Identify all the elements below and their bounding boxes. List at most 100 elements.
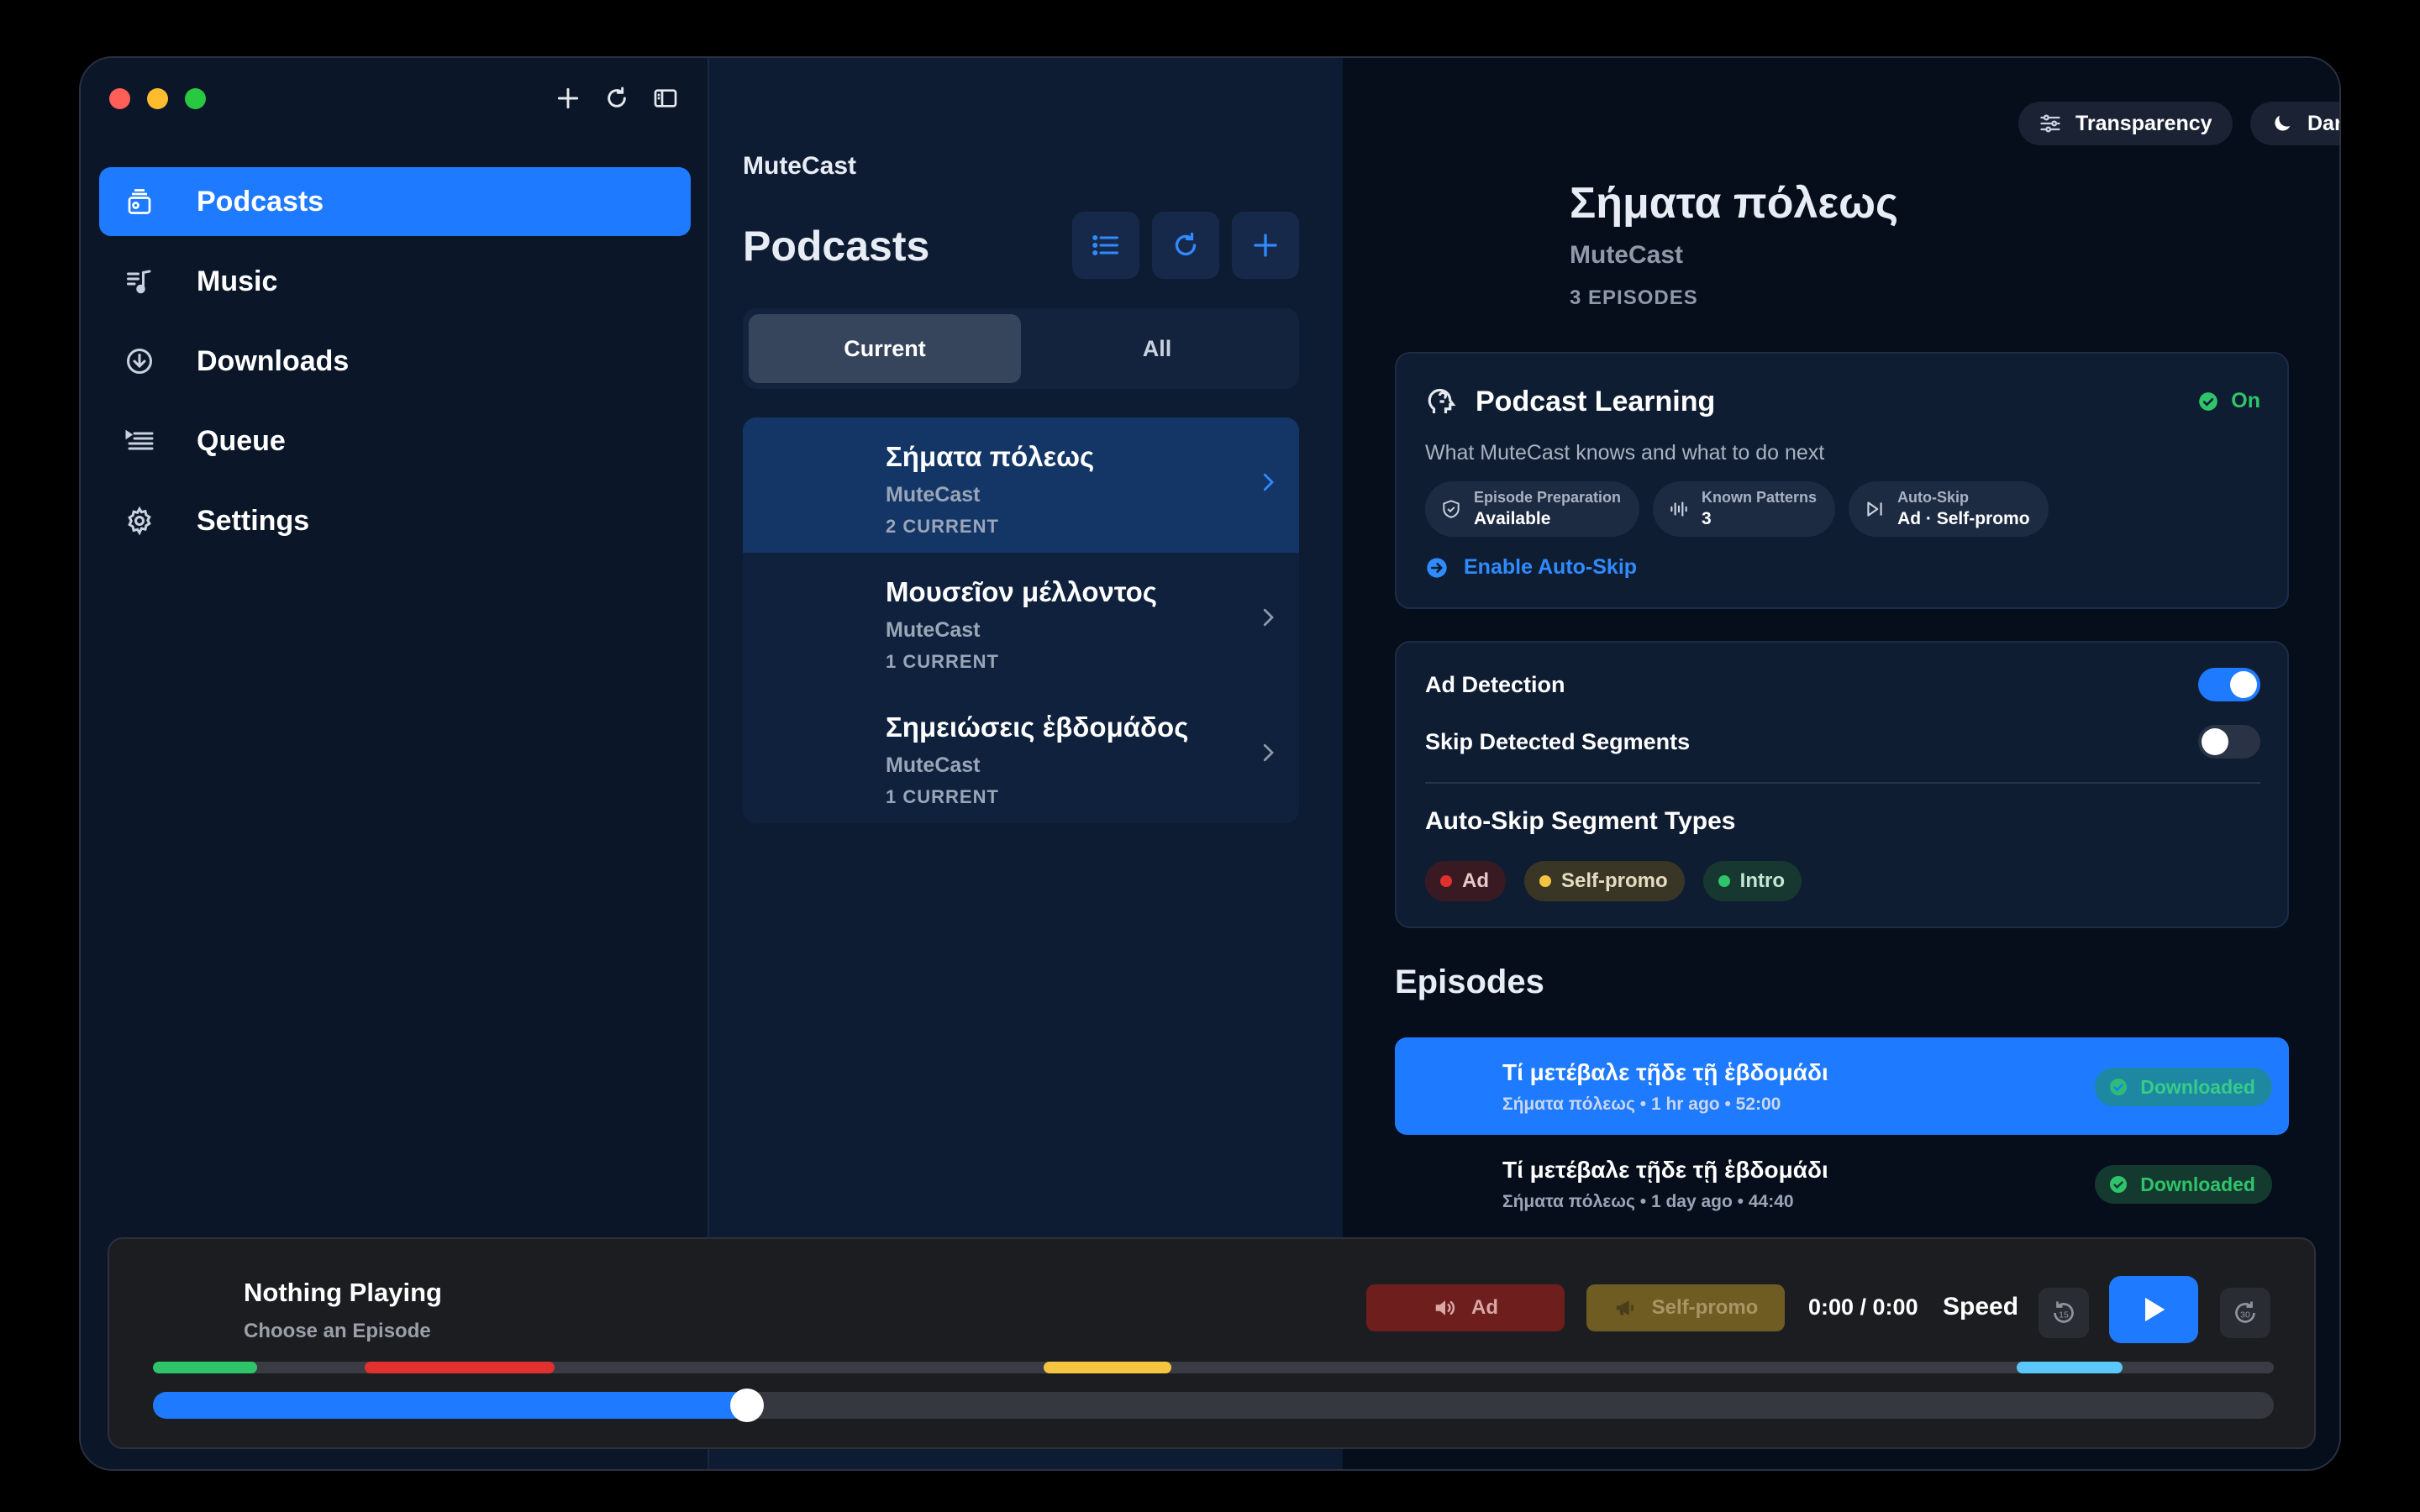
chip-value: 3 — [1702, 509, 1712, 528]
enable-auto-skip-link[interactable]: Enable Auto-Skip — [1425, 555, 1637, 580]
episode-title: Τί μετέβαλε τῇδε τῇ ἑβδομάδι — [1502, 1059, 1828, 1085]
skip-segments-label: Skip Detected Segments — [1425, 728, 1691, 754]
refresh-podcasts-button[interactable] — [1152, 212, 1219, 279]
filter-segmented-control: Current All — [743, 308, 1299, 389]
sidebar-item-music[interactable]: Music — [99, 247, 691, 316]
chip-label: Episode Preparation — [1474, 489, 1622, 506]
segment-marker-self-promo — [1044, 1362, 1171, 1373]
now-playing-subtitle: Choose an Episode — [244, 1320, 431, 1342]
downloaded-badge: Downloaded — [2095, 1165, 2272, 1204]
sidebar-toolbar — [551, 81, 682, 115]
sidebar-item-label: Music — [197, 265, 278, 297]
minimize-window-button[interactable] — [147, 88, 168, 109]
theme-button[interactable]: Dark — [2250, 102, 2339, 145]
plus-icon — [557, 87, 579, 109]
tab-current[interactable]: Current — [749, 314, 1021, 383]
tab-all[interactable]: All — [1021, 314, 1293, 383]
skip-self-promo-button[interactable]: Self-promo — [1586, 1284, 1785, 1331]
ad-settings-card: Ad Detection Skip Detected Segments Auto… — [1395, 641, 2289, 928]
podcast-count: 1 CURRENT — [886, 651, 999, 672]
sidebar-nav: Podcasts Music Downloads Queue Settings — [99, 167, 691, 566]
list-item[interactable]: Μουσεῖον μέλλοντος MuteCast 1 CURRENT — [743, 553, 1299, 688]
time-readout: 0:00 / 0:00 — [1808, 1294, 1918, 1320]
transparency-button[interactable]: Transparency — [2018, 102, 2233, 145]
rewind-15-icon: 15 — [2054, 1301, 2074, 1323]
add-button[interactable] — [551, 81, 585, 115]
add-podcast-button[interactable] — [1232, 212, 1299, 279]
close-window-button[interactable] — [109, 88, 130, 109]
chip-known-patterns: Known Patterns 3 — [1653, 481, 1836, 537]
episode-meta: Σήματα πόλεως • 1 day ago • 44:40 — [1502, 1192, 1794, 1211]
list-item[interactable]: Σημειώσεις ἑβδομάδος MuteCast 1 CURRENT — [743, 688, 1299, 823]
sidebar-item-label: Downloads — [197, 344, 350, 377]
music-note-icon — [123, 265, 156, 298]
episode-title: Τί μετέβαλε τῇδε τῇ ἑβδομάδι — [1502, 1157, 1828, 1183]
progress-slider[interactable] — [153, 1389, 2274, 1422]
skip-segments-toggle[interactable] — [2198, 725, 2260, 759]
skip-forward-30-button[interactable]: 30 — [2220, 1288, 2270, 1338]
list-actions — [1072, 212, 1299, 279]
podcasts-icon — [123, 185, 156, 218]
skip-ad-button[interactable]: Ad — [1366, 1284, 1565, 1331]
podcast-title: Σήματα πόλεως — [1570, 179, 1899, 228]
speed-button[interactable]: Speed — [1943, 1293, 2018, 1321]
plus-icon — [1254, 234, 1277, 257]
app-window: Podcasts Music Downloads Queue Settings … — [79, 56, 2341, 1471]
speaker-icon — [1435, 1300, 1455, 1315]
list-view-button[interactable] — [1072, 212, 1139, 279]
toggle-knob — [2202, 728, 2228, 755]
chip-value: Available — [1474, 509, 1551, 528]
segment-tag-ad[interactable]: Ad — [1425, 861, 1506, 901]
list-item[interactable]: Σήματα πόλεως MuteCast 2 CURRENT — [743, 417, 1299, 553]
learning-status: On — [2197, 389, 2260, 413]
refresh-icon — [608, 87, 626, 108]
checkmark-circle-icon — [2110, 1176, 2128, 1193]
episodes-heading: Episodes — [1395, 963, 1544, 1000]
ad-detection-label: Ad Detection — [1425, 671, 1565, 697]
sidebar-item-label: Podcasts — [197, 185, 324, 218]
sidebar-item-downloads[interactable]: Downloads — [99, 327, 691, 396]
play-button[interactable] — [2109, 1276, 2198, 1343]
segment-tag-label: Ad — [1462, 869, 1489, 892]
segment-tag-self-promo[interactable]: Self-promo — [1524, 861, 1685, 901]
sidebar-item-settings[interactable]: Settings — [99, 486, 691, 555]
learning-status-label: On — [2231, 389, 2260, 412]
skip-back-15-button[interactable]: 15 — [2039, 1288, 2089, 1338]
podcast-name: Σήματα πόλεως — [886, 441, 1095, 472]
page-title: Podcasts — [743, 223, 930, 270]
intro-color-dot — [1718, 875, 1730, 887]
refresh-button[interactable] — [600, 81, 634, 115]
gear-icon — [123, 504, 156, 538]
podcast-count: 1 CURRENT — [886, 786, 999, 807]
divider — [1425, 782, 2260, 784]
segment-timeline — [153, 1362, 2274, 1373]
sidebar-item-podcasts[interactable]: Podcasts — [99, 167, 691, 236]
skip-ad-label: Ad — [1471, 1296, 1498, 1319]
sidebar-item-queue[interactable]: Queue — [99, 407, 691, 475]
segment-tag-intro[interactable]: Intro — [1702, 861, 1802, 901]
ad-detection-toggle[interactable] — [2198, 668, 2260, 701]
episode-meta: Σήματα πόλεως • 1 hr ago • 52:00 — [1502, 1095, 1781, 1114]
enable-auto-skip-label: Enable Auto-Skip — [1464, 555, 1638, 579]
segment-tag-label: Intro — [1739, 869, 1785, 892]
toggle-sidebar-button[interactable] — [649, 81, 682, 115]
chip-value: Ad · Self-promo — [1897, 509, 2030, 528]
shield-check-icon — [1443, 500, 1460, 518]
podcast-count: 2 CURRENT — [886, 516, 999, 537]
zoom-window-button[interactable] — [185, 88, 206, 109]
progress-fill — [153, 1392, 747, 1419]
window-controls — [109, 88, 206, 109]
chip-label: Auto-Skip — [1897, 489, 1970, 506]
forward-30-icon: 30 — [2235, 1301, 2255, 1323]
now-playing-title: Nothing Playing — [244, 1278, 442, 1307]
episode-row[interactable]: Τί μετέβαλε τῇδε τῇ ἑβδομάδι Σήματα πόλε… — [1395, 1135, 2289, 1232]
arrow-right-circle-icon — [1427, 557, 1447, 578]
learning-chips: Episode Preparation Available Known Patt… — [1425, 481, 2049, 537]
brain-head-icon — [1428, 388, 1456, 413]
podcast-name: Σημειώσεις ἑβδομάδος — [886, 711, 1189, 743]
theme-label: Dark — [2307, 111, 2339, 135]
chip-episode-preparation: Episode Preparation Available — [1425, 481, 1640, 537]
progress-knob[interactable] — [729, 1389, 764, 1422]
episode-row[interactable]: Τί μετέβαλε τῇδε τῇ ἑβδομάδι Σήματα πόλε… — [1395, 1037, 2289, 1135]
checkmark-circle-icon — [2199, 391, 2218, 411]
